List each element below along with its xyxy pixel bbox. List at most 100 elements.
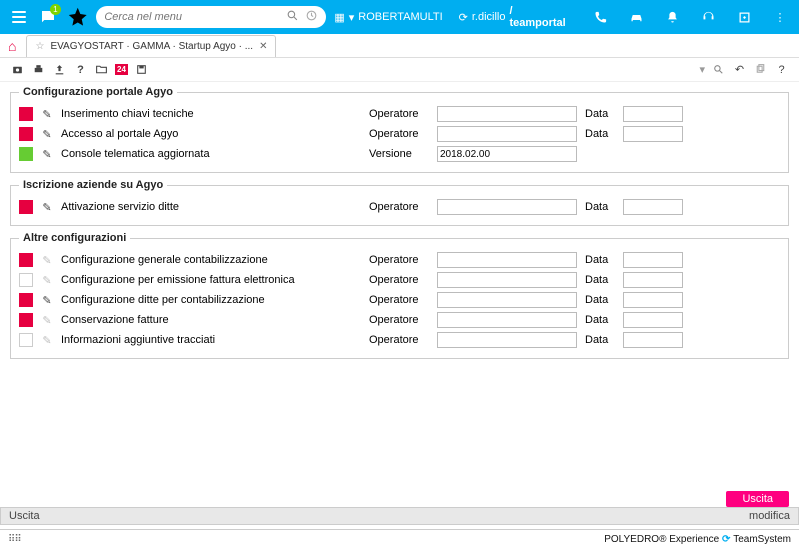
folder-button[interactable] [94,62,109,77]
footer: ⠿⠿ POLYEDRO® Experience ⟳ TeamSystem [0,529,799,549]
tab-bar: ⌂ ☆ EVAGYOSTART · GAMMA · Startup Agyo ·… [0,34,799,58]
phone-icon [593,10,608,25]
col1-input[interactable] [437,146,577,162]
edit-icon[interactable]: ✎ [41,108,53,121]
col2-input[interactable] [623,126,683,142]
row-label: Configurazione ditte per contabilizzazio… [61,294,361,306]
expand-button[interactable] [733,6,755,28]
row-label: Attivazione servizio ditte [61,201,361,213]
status-bar: Uscita modifica [0,507,799,525]
context-switcher[interactable]: ⟳ r.dicillo / teamportal [459,5,569,29]
toolbar-help[interactable]: ? [774,62,789,77]
col2-input[interactable] [623,292,683,308]
bell-button[interactable] [661,6,683,28]
row-label: Informazioni aggiuntive tracciati [61,334,361,346]
col2-input[interactable] [623,272,683,288]
uscita-button[interactable]: Uscita [726,491,789,507]
config-row: ✎Console telematica aggiornataVersione [19,144,780,164]
search-icon[interactable] [286,9,299,25]
apps-icon[interactable]: ⠿⠿ [8,534,21,545]
undo-button[interactable]: ↶ [732,62,747,77]
col1-input[interactable] [437,252,577,268]
section: Altre configurazioni ✎ Configurazione gene… [10,232,789,359]
save-button[interactable] [134,62,149,77]
section-legend: Altre configurazioni [19,232,130,244]
row-label: Inserimento chiavi tecniche [61,108,361,120]
copy-button[interactable] [753,62,768,77]
more-button[interactable]: ⋮ [769,6,791,28]
favorite-button[interactable] [67,6,88,28]
section-legend: Configurazione portale Agyo [19,86,177,98]
car-button[interactable] [625,6,647,28]
bottom-buttons: Uscita [0,491,799,507]
col1-input[interactable] [437,126,577,142]
find-button[interactable] [711,62,726,77]
status-indicator [19,253,33,267]
edit-icon[interactable]: ✎ [41,148,53,161]
col1-label: Operatore [369,254,429,266]
footer-brand: POLYEDRO® Experience ⟳ TeamSystem [604,534,791,545]
close-icon[interactable]: ✕ [259,41,267,52]
tab-evagyostart[interactable]: ☆ EVAGYOSTART · GAMMA · Startup Agyo · .… [26,35,276,57]
help-button[interactable]: ? [73,62,88,77]
col2-label: Data [585,108,615,120]
section: Iscrizione aziende su Agyo✎Attivazione s… [10,179,789,226]
config-row: ✎ Configurazione ditte per contabilizzazi… [19,290,780,310]
hamburger-icon [12,16,26,18]
upload-button[interactable] [52,62,67,77]
star-icon-small: ☆ [35,41,44,52]
grid-icon: ▦ [334,11,344,24]
col2-input[interactable] [623,312,683,328]
context-app: / teamportal [509,5,569,29]
col1-input[interactable] [437,332,577,348]
row-label: Configurazione generale contabilizzazion… [61,254,361,266]
search-input[interactable] [104,11,280,23]
col1-label: Operatore [369,294,429,306]
col2-input[interactable] [623,252,683,268]
home-button[interactable]: ⌂ [8,38,16,54]
col1-input[interactable] [437,312,577,328]
support-button[interactable] [697,6,719,28]
main-content: Configurazione portale Agyo ✎ Inserimento … [0,82,799,369]
edit-icon[interactable]: ✎ [41,128,53,141]
col1-input[interactable] [437,106,577,122]
config-row: ✎Informazioni aggiuntive tracciatiOperat… [19,330,780,350]
edit-icon[interactable]: ✎ [41,254,53,267]
badge-24[interactable]: 24 [115,64,128,75]
edit-icon[interactable]: ✎ [41,294,53,307]
print-button[interactable] [31,62,46,77]
status-right: modifica [749,510,790,522]
status-indicator [19,200,33,214]
camera-button[interactable] [10,62,25,77]
context-prefix: r.dicillo [472,11,506,23]
col2-input[interactable] [623,106,683,122]
edit-icon[interactable]: ✎ [41,334,53,347]
row-label: Configurazione per emissione fattura ele… [61,274,361,286]
col1-label: Versione [369,148,429,160]
edit-icon[interactable]: ✎ [41,274,53,287]
search-box[interactable] [96,6,326,28]
footer-brand1: POLYEDRO® Experience [604,534,719,545]
user-menu[interactable]: ▦ ▾ ROBERTAMULTI [334,11,442,24]
col2-label: Data [585,314,615,326]
edit-icon[interactable]: ✎ [41,201,53,214]
dropdown-toggle[interactable]: ▾ [699,63,705,76]
clock-icon[interactable] [305,9,318,25]
phone-button[interactable] [589,6,611,28]
col2-label: Data [585,254,615,266]
col1-input[interactable] [437,199,577,215]
messages-button[interactable]: 1 [37,6,58,28]
edit-icon[interactable]: ✎ [41,314,53,327]
config-row: ✎Accesso al portale AgyoOperatoreData [19,124,780,144]
sync-icon: ⟳ [459,11,468,24]
menu-button[interactable] [8,6,29,28]
col1-input[interactable] [437,292,577,308]
col2-input[interactable] [623,332,683,348]
col2-input[interactable] [623,199,683,215]
col1-label: Operatore [369,128,429,140]
col1-input[interactable] [437,272,577,288]
status-indicator [19,333,33,347]
tab-title: EVAGYOSTART · GAMMA · Startup Agyo · ... [50,41,253,52]
col1-label: Operatore [369,201,429,213]
row-label: Accesso al portale Agyo [61,128,361,140]
